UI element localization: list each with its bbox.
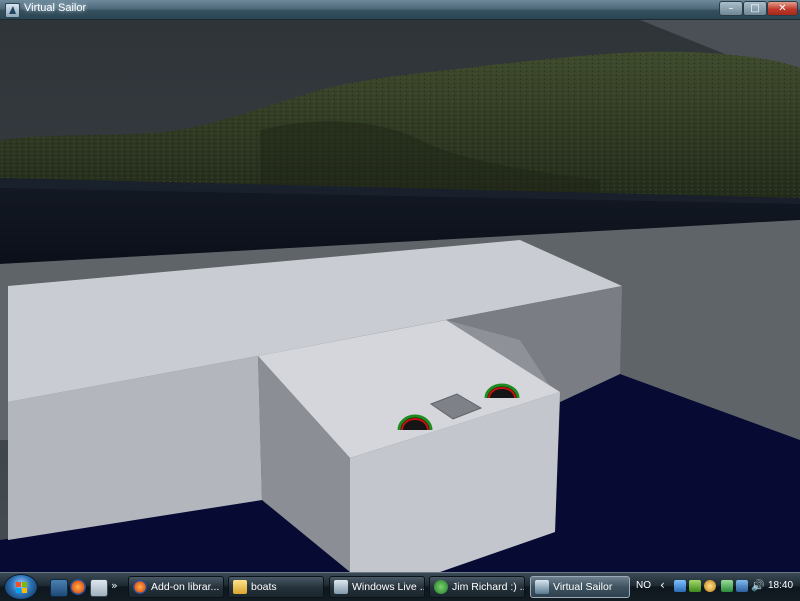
close-button[interactable]: ✕ bbox=[767, 1, 798, 16]
taskbar-item-addon-library[interactable]: Add-on librar... bbox=[128, 576, 224, 598]
taskbar-item-label: Jim Richard :) ... bbox=[452, 581, 525, 593]
taskbar-item-label: Virtual Sailor bbox=[553, 581, 613, 593]
show-hidden-icons-chevron-icon[interactable]: ‹ bbox=[660, 578, 665, 592]
language-indicator[interactable]: NO bbox=[636, 580, 651, 591]
connection-tray-icon[interactable] bbox=[736, 580, 748, 592]
minimize-button[interactable]: – bbox=[719, 1, 743, 16]
windows-live-icon bbox=[334, 580, 348, 594]
maximize-icon: □ bbox=[750, 3, 760, 14]
virtual-sailor-icon bbox=[535, 580, 549, 594]
start-button[interactable] bbox=[4, 574, 38, 600]
taskbar-item-boats[interactable]: boats bbox=[228, 576, 324, 598]
quick-launch-more-icon[interactable]: » bbox=[111, 579, 118, 592]
clock[interactable]: 18:40 bbox=[768, 580, 793, 591]
scene-canvas bbox=[0, 20, 800, 572]
firefox-icon bbox=[133, 580, 147, 594]
window-title-bar[interactable]: Virtual Sailor – □ ✕ bbox=[0, 0, 800, 20]
security-tray-icon[interactable] bbox=[721, 580, 733, 592]
firefox-quicklaunch-icon[interactable] bbox=[70, 579, 86, 595]
right-gauge bbox=[484, 383, 520, 399]
taskbar-item-label: Windows Live ... bbox=[352, 581, 425, 593]
taskbar-item-windows-live[interactable]: Windows Live ... bbox=[329, 576, 425, 598]
update-tray-icon[interactable] bbox=[689, 580, 701, 592]
taskbar-item-label: Add-on librar... bbox=[151, 581, 220, 593]
3d-viewport[interactable] bbox=[0, 20, 800, 572]
virtual-sailor-app-icon bbox=[5, 3, 20, 18]
windows-flag-icon bbox=[16, 582, 27, 593]
taskbar: » Add-on librar... boats Windows Live ..… bbox=[0, 572, 800, 601]
switch-windows-icon[interactable] bbox=[90, 579, 108, 597]
network-tray-icon[interactable] bbox=[674, 580, 686, 592]
taskbar-item-virtual-sailor[interactable]: Virtual Sailor bbox=[530, 576, 630, 598]
messenger-tray-icon[interactable] bbox=[704, 580, 716, 592]
close-icon: ✕ bbox=[778, 3, 787, 14]
show-desktop-icon[interactable] bbox=[50, 579, 68, 597]
messenger-icon bbox=[434, 580, 448, 594]
window-title: Virtual Sailor bbox=[24, 2, 87, 14]
left-gauge bbox=[397, 414, 433, 431]
maximize-button[interactable]: □ bbox=[743, 1, 767, 16]
minimize-icon: – bbox=[728, 3, 734, 14]
taskbar-item-messenger[interactable]: Jim Richard :) ... bbox=[429, 576, 525, 598]
taskbar-item-label: boats bbox=[251, 581, 277, 593]
volume-icon[interactable]: 🔊 bbox=[751, 579, 765, 592]
folder-icon bbox=[233, 580, 247, 594]
